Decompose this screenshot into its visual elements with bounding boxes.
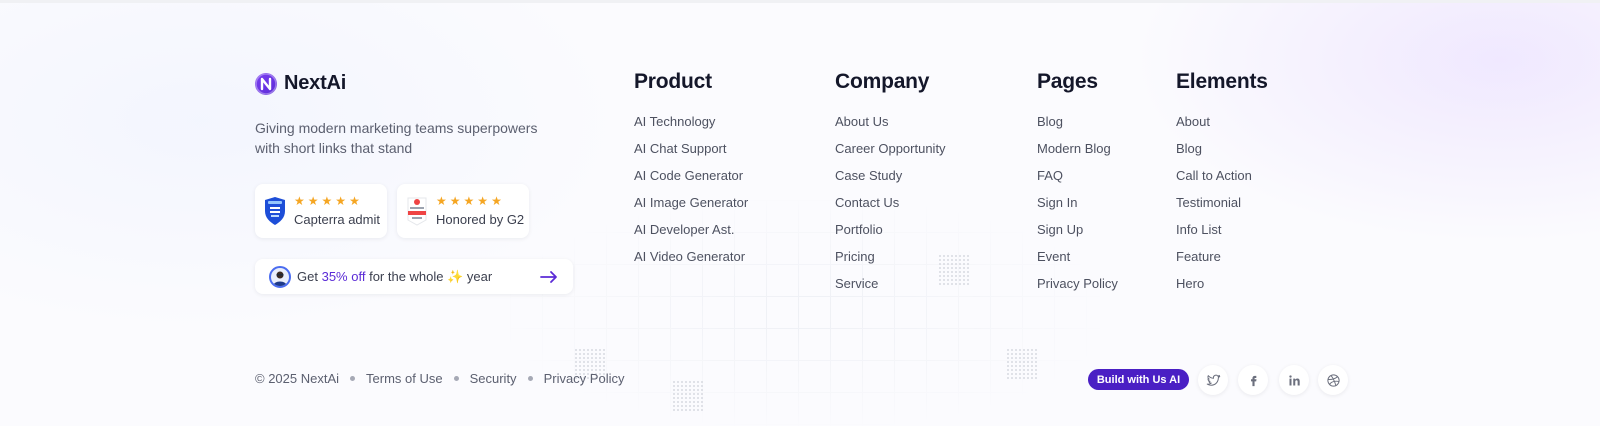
build-with-us-button[interactable]: Build with Us AI	[1088, 369, 1189, 390]
footer-link-call-to-action[interactable]: Call to Action	[1176, 168, 1268, 195]
footer-link-about-us[interactable]: About Us	[835, 114, 946, 141]
rating-stars: ★ ★ ★ ★ ★	[294, 194, 360, 208]
promo-offer-card[interactable]: Get 35% off for the whole ✨ year	[255, 259, 573, 294]
security-link[interactable]: Security	[470, 371, 517, 386]
footer-link-feature[interactable]: Feature	[1176, 249, 1268, 276]
capterra-label: Capterra admit	[294, 212, 380, 227]
promo-discount: 35% off	[321, 268, 366, 284]
footer-link-ai-video-generator[interactable]: AI Video Generator	[634, 249, 748, 276]
g2-label: Honored by G2	[436, 212, 525, 227]
capterra-shield-icon	[264, 196, 286, 226]
copyright-text: © 2025 NextAi	[255, 371, 340, 386]
dribbble-icon[interactable]	[1318, 365, 1348, 395]
footer-link-modern-blog[interactable]: Modern Blog	[1037, 141, 1118, 168]
footer-column-elements: Elements About Blog Call to Action Testi…	[1176, 70, 1268, 303]
footer-link-testimonial[interactable]: Testimonial	[1176, 195, 1268, 222]
avatar	[269, 265, 291, 288]
footer-link-contact-us[interactable]: Contact Us	[835, 195, 946, 222]
footer-link-sign-in[interactable]: Sign In	[1037, 195, 1118, 222]
facebook-icon[interactable]	[1238, 365, 1268, 395]
column-title: Elements	[1176, 70, 1268, 93]
g2-badge: ★ ★ ★ ★ ★ Honored by G2	[397, 184, 529, 238]
arrow-right-icon[interactable]	[539, 270, 559, 284]
footer-column-pages: Pages Blog Modern Blog FAQ Sign In Sign …	[1037, 70, 1118, 303]
footer-link-ai-technology[interactable]: AI Technology	[634, 114, 748, 141]
footer-link-case-study[interactable]: Case Study	[835, 168, 946, 195]
column-title: Company	[835, 70, 930, 93]
column-title: Product	[634, 70, 712, 93]
footer-link-career-opportunity[interactable]: Career Opportunity	[835, 141, 946, 168]
footer-link-portfolio[interactable]: Portfolio	[835, 222, 946, 249]
footer-link-about[interactable]: About	[1176, 114, 1268, 141]
footer-column-company: Company About Us Career Opportunity Case…	[835, 70, 946, 303]
footer-link-ai-chat-support[interactable]: AI Chat Support	[634, 141, 748, 168]
twitter-icon[interactable]	[1198, 365, 1228, 395]
footer-link-privacy-policy[interactable]: Privacy Policy	[1037, 276, 1118, 303]
footer-link-blog[interactable]: Blog	[1176, 141, 1268, 168]
g2-award-icon	[406, 196, 428, 226]
promo-text: Get 35% off for the whole ✨ year	[297, 268, 493, 284]
separator-dot	[453, 376, 459, 381]
separator-dot	[527, 376, 533, 381]
terms-of-use-link[interactable]: Terms of Use	[366, 371, 443, 386]
footer-link-event[interactable]: Event	[1037, 249, 1118, 276]
footer-link-pricing[interactable]: Pricing	[835, 249, 946, 276]
separator-dot	[350, 376, 356, 381]
footer-link-ai-code-generator[interactable]: AI Code Generator	[634, 168, 748, 195]
privacy-policy-link[interactable]: Privacy Policy	[544, 371, 625, 386]
footer-link-ai-image-generator[interactable]: AI Image Generator	[634, 195, 748, 222]
brand-logo-link[interactable]: NextAi	[255, 72, 346, 95]
footer-link-blog[interactable]: Blog	[1037, 114, 1118, 141]
rating-stars: ★ ★ ★ ★ ★	[436, 194, 502, 208]
nextai-logo-icon	[255, 72, 277, 95]
footer-column-product: Product AI Technology AI Chat Support AI…	[634, 70, 748, 276]
brand-name: NextAi	[284, 72, 347, 94]
brand-tagline: Giving modern marketing teams superpower…	[255, 120, 538, 156]
capterra-badge: ★ ★ ★ ★ ★ Capterra admit	[255, 184, 387, 238]
footer-link-info-list[interactable]: Info List	[1176, 222, 1268, 249]
footer-link-sign-up[interactable]: Sign Up	[1037, 222, 1118, 249]
footer-link-hero[interactable]: Hero	[1176, 276, 1268, 303]
linkedin-icon[interactable]	[1279, 365, 1309, 395]
footer-link-faq[interactable]: FAQ	[1037, 168, 1118, 195]
column-title: Pages	[1037, 70, 1098, 93]
footer-link-service[interactable]: Service	[835, 276, 946, 303]
footer-link-ai-developer-ast[interactable]: AI Developer Ast.	[634, 222, 748, 249]
footer-bottom-bar: © 2025 NextAi Terms of Use Security Priv…	[255, 371, 624, 386]
